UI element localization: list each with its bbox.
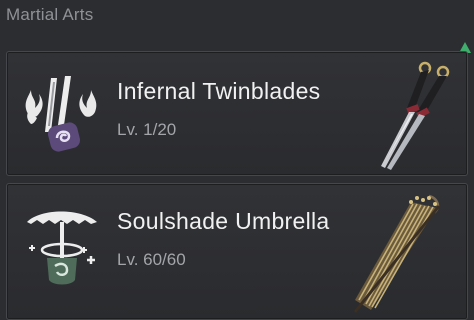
- martial-art-level: Lv. 1/20: [117, 120, 177, 139]
- martial-art-name: Infernal Twinblades: [117, 78, 321, 104]
- martial-art-level: Lv. 60/60: [117, 250, 186, 269]
- umbrella-soul-icon: [27, 211, 97, 285]
- martial-art-card-infernal-twinblades[interactable]: Infernal Twinblades Lv. 1/20: [6, 51, 468, 176]
- twinblades-weapon-image: [381, 61, 450, 170]
- martial-art-card-soulshade-umbrella[interactable]: Soulshade Umbrella Lv. 60/60: [6, 183, 468, 320]
- umbrella-weapon-image: [353, 194, 441, 313]
- twinblades-flame-icon: [25, 76, 97, 152]
- section-title: Martial Arts: [6, 5, 94, 24]
- martial-art-name: Soulshade Umbrella: [117, 208, 330, 234]
